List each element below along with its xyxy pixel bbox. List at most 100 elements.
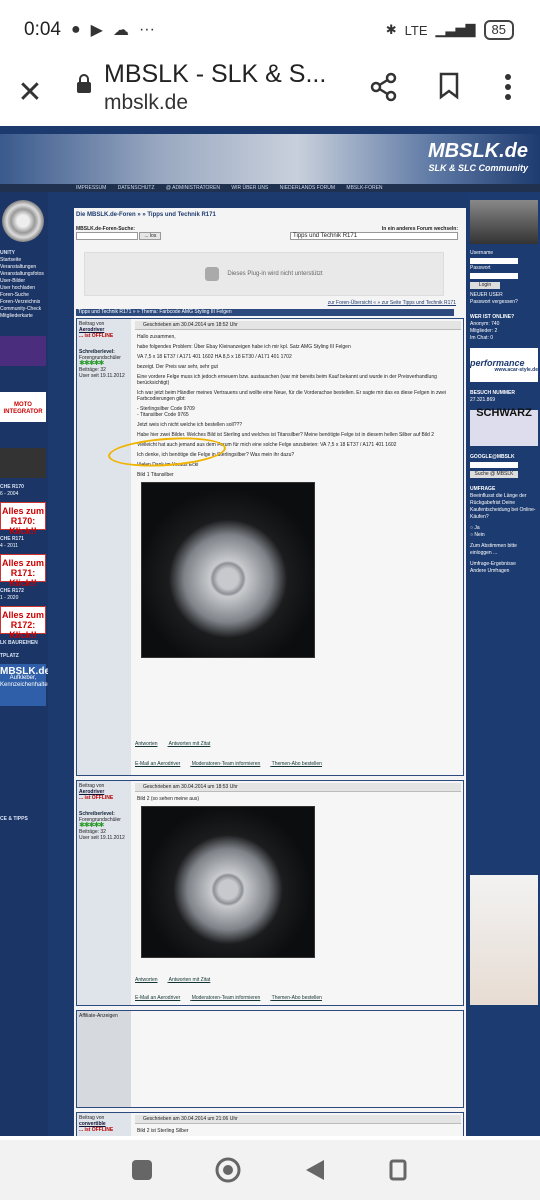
- forum-post: Beitrag von Aerodriver ... ist OFFLINE S…: [76, 318, 464, 776]
- sidebar-link[interactable]: Foren-Verzeichnis: [0, 299, 48, 306]
- forgot-password-link[interactable]: Passwort vergessen?: [470, 299, 538, 306]
- performance-ad[interactable]: performance www.acar-style.de: [470, 348, 538, 382]
- signal-icon: ▁▃▅▇: [435, 22, 476, 37]
- page-title: MBSLK - SLK & S...: [104, 60, 327, 88]
- site-banner: MBSLK.de SLK & SLC Community: [0, 134, 540, 184]
- browser-toolbar: ✕ MBSLK - SLK & S... mbslk.de: [0, 60, 540, 124]
- search-row: MBSLK.de-Foren-Suche: ... los In ein and…: [76, 226, 458, 240]
- report-moderator-link[interactable]: Moderatoren-Team informieren: [192, 995, 261, 1001]
- page-url: mbslk.de: [104, 91, 189, 114]
- nav-foren[interactable]: MBSLK-FOREN: [346, 185, 382, 191]
- sidebar-link[interactable]: User-Bilder: [0, 278, 48, 285]
- other-polls-link[interactable]: Andere Umfragen: [470, 568, 538, 575]
- sidebar-link[interactable]: Startseite: [0, 257, 48, 264]
- lock-icon: [77, 74, 91, 93]
- sidebar-link[interactable]: User hochladen: [0, 285, 48, 292]
- bookmark-icon[interactable]: [438, 72, 460, 100]
- nav-nl-forum[interactable]: NIEDERLANDS FORUM: [280, 185, 335, 191]
- google-search-input[interactable]: [470, 462, 518, 468]
- subscribe-link[interactable]: Themen-Abo bestellen: [272, 761, 322, 767]
- car-ad[interactable]: [0, 448, 46, 478]
- reply-link[interactable]: Antworten: [135, 741, 158, 747]
- password-input[interactable]: [470, 273, 518, 279]
- car-image[interactable]: [470, 200, 538, 244]
- reply-link[interactable]: Antworten: [135, 977, 158, 983]
- right-sidebar: Username Passwort Login NEUER USER Passw…: [468, 192, 540, 1136]
- wheel-photo-sterlingsilber[interactable]: [141, 806, 315, 958]
- site-logo[interactable]: MBSLK.de SLK & SLC Community: [428, 140, 528, 173]
- wheel-ad-image[interactable]: [2, 200, 44, 242]
- poll-option-no[interactable]: ○ Nein: [470, 532, 538, 539]
- email-author-link[interactable]: E-Mail an Aerodriver: [135, 995, 180, 1001]
- forum-links[interactable]: zur Foren-Übersicht « » zur Seite Tipps …: [328, 300, 456, 306]
- forum-search-input[interactable]: [76, 232, 138, 240]
- sidebar-link[interactable]: Veranstaltungsfotos: [0, 271, 48, 278]
- report-moderator-link[interactable]: Moderatoren-Team informieren: [192, 761, 261, 767]
- status-time: 0:04: [24, 19, 61, 40]
- thread-title-bar: Tipps und Technik R171 » » Thema: Farbco…: [76, 309, 454, 316]
- home-icon[interactable]: [214, 1156, 242, 1184]
- forum-switch-select[interactable]: Tipps und Technik R171: [290, 232, 458, 240]
- login-button[interactable]: Login: [470, 282, 500, 289]
- rotate-icon[interactable]: [387, 1157, 409, 1183]
- subscribe-link[interactable]: Themen-Abo bestellen: [272, 995, 322, 1001]
- r172-ad[interactable]: Alles zum R172: Klick!!: [0, 606, 46, 640]
- nav-impressum[interactable]: IMPRESSUM: [76, 185, 106, 191]
- sidebar-link[interactable]: Community-Check: [0, 306, 48, 313]
- post-author-panel: Beitrag von convertible ... ist OFFLINE: [77, 1113, 131, 1136]
- post-date: Geschrieben am 30.04.2014 um 21:06 Uhr: [135, 1115, 461, 1124]
- sidebar-link[interactable]: Mitgliederkarte: [0, 313, 48, 320]
- network-label: LTE: [404, 22, 428, 38]
- post-author-panel: Beitrag von Aerodriver ... ist OFFLINE S…: [77, 319, 131, 775]
- nav-about[interactable]: WIR ÜBER UNS: [231, 185, 268, 191]
- close-icon[interactable]: ✕: [0, 75, 60, 110]
- message-icon: ●: [70, 21, 81, 38]
- poll-results-link[interactable]: Umfrage-Ergebnisse: [470, 561, 538, 568]
- battery-indicator: 85: [483, 20, 514, 40]
- play-icon: ▶: [90, 22, 103, 39]
- plugin-placeholder: Dieses Plug-in wird nicht unterstützt: [84, 252, 444, 296]
- moto-ad[interactable]: MOTO INTEGRATOR: [0, 392, 46, 422]
- web-page: MBSLK.de SLK & SLC Community IMPRESSUM DA…: [0, 126, 540, 1136]
- breadcrumb[interactable]: Die MBSLK.de-Foren » » Tipps und Technik…: [76, 212, 216, 218]
- android-nav-bar: [0, 1140, 540, 1200]
- share-icon[interactable]: [370, 72, 398, 102]
- fashion-ad[interactable]: [470, 875, 538, 1005]
- search-button[interactable]: ... los: [139, 232, 162, 240]
- sidebar-link[interactable]: Foren-Suche: [0, 292, 48, 299]
- wheel-photo-titansilber[interactable]: [141, 482, 315, 658]
- post-date: Geschrieben am 30.04.2014 um 18:52 Uhr: [135, 321, 461, 330]
- more-menu-icon[interactable]: [500, 70, 516, 104]
- quote-reply-link[interactable]: Antworten mit Zitat: [169, 741, 211, 747]
- username-input[interactable]: [470, 258, 518, 264]
- schwarz-ad[interactable]: SCHWARZ: [470, 408, 538, 446]
- plugin-icon: [205, 267, 220, 281]
- email-author-link[interactable]: E-Mail an Aerodriver: [135, 761, 180, 767]
- google-search-button[interactable]: Suche @ MBSLK: [470, 471, 518, 478]
- sponsor-ad[interactable]: [0, 336, 46, 366]
- post-body: Geschrieben am 30.04.2014 um 21:06 Uhr B…: [133, 1113, 463, 1136]
- quote-reply-link[interactable]: Antworten mit Zitat: [169, 977, 211, 983]
- post-date: Geschrieben am 30.04.2014 um 18:53 Uhr: [135, 783, 461, 792]
- new-user-link[interactable]: NEUER USER: [470, 292, 538, 299]
- status-bar: 0:04 ● ▶ ☁ ··· ✱ LTE ▁▃▅▇ 85: [0, 0, 540, 60]
- recents-icon[interactable]: [131, 1159, 153, 1181]
- nav-admins[interactable]: @ ADMINISTRATOREN: [166, 185, 220, 191]
- slk-shop-ad[interactable]: MBSLK.de Aufkleber, Kennzeichenhalter: [0, 664, 48, 706]
- more-notifications-icon: ···: [138, 21, 155, 38]
- top-nav: IMPRESSUM DATENSCHUTZ @ ADMINISTRATOREN …: [0, 184, 540, 192]
- post-author-panel: Beitrag von Aerodriver ... ist OFFLINE S…: [77, 781, 131, 1005]
- forum-content: Die MBSLK.de-Foren » » Tipps und Technik…: [74, 208, 466, 1136]
- bluetooth-icon: ✱: [385, 22, 397, 37]
- post-body: Geschrieben am 30.04.2014 um 18:52 Uhr H…: [133, 319, 463, 775]
- poll-option-yes[interactable]: ○ Ja: [470, 525, 538, 532]
- back-icon[interactable]: [304, 1158, 326, 1182]
- r170-ad[interactable]: Alles zum R170: Klick!!: [0, 502, 46, 536]
- forum-post: Beitrag von convertible ... ist OFFLINE …: [76, 1112, 464, 1136]
- cloud-icon: ☁: [112, 22, 129, 39]
- sidebar-link[interactable]: Veranstaltungen: [0, 264, 48, 271]
- nav-datenschutz[interactable]: DATENSCHUTZ: [118, 185, 155, 191]
- r171-ad[interactable]: Alles zum R171: Klick!!: [0, 554, 46, 588]
- affiliate-section: Affiliate-Anzeigen: [76, 1010, 464, 1108]
- left-sidebar: UNITY Startseite Veranstaltungen Veranst…: [0, 192, 48, 1136]
